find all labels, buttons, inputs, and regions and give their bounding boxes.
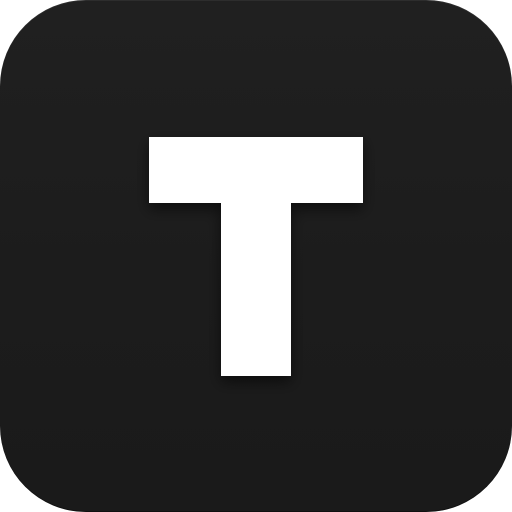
app-icon[interactable] [0,0,512,512]
icon-canvas [0,0,512,512]
letter-t-shape [149,137,363,376]
letter-t-icon [149,137,363,376]
